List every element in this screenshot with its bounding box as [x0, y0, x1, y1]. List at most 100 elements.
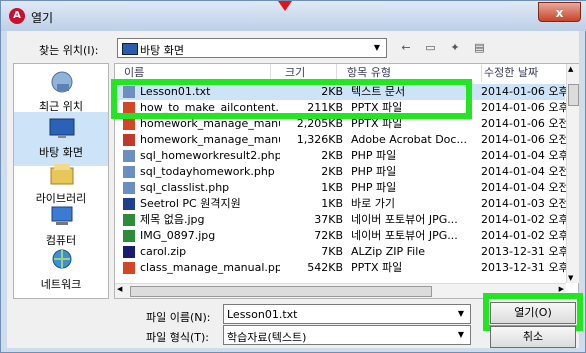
open-dialog: A 열기 x 찾는 위치(I): 바탕 화면 ▼ ← ▭ ✦ ▤ 최근 위치 바…: [0, 0, 586, 353]
file-modified: 2014-01-02 오후: [481, 229, 567, 242]
title-bar[interactable]: A 열기 x: [1, 1, 586, 31]
file-type: PPTX 파일: [351, 261, 403, 274]
file-size: 1KB: [321, 181, 343, 194]
pdf-file-icon: [123, 134, 135, 146]
file-modified: 2014-01-06 오전: [481, 117, 567, 130]
file-type: PHP 파일: [351, 149, 397, 162]
file-name: carol.zip: [140, 245, 187, 258]
look-in-combobox[interactable]: 바탕 화면 ▼: [117, 38, 387, 58]
window-title: 열기: [31, 11, 54, 25]
close-button[interactable]: x: [538, 2, 581, 22]
new-folder-icon[interactable]: ✦: [446, 41, 464, 55]
file-modified: 2014-01-06 오후: [481, 85, 567, 98]
file-type: 네이버 포토뷰어 JPG...: [351, 213, 458, 226]
highlight-annotation-file: [111, 79, 472, 119]
cancel-button[interactable]: 취소: [490, 326, 576, 348]
view-menu-icon[interactable]: ▤: [471, 41, 489, 55]
file-name: class_manage_manual.pptx: [140, 261, 280, 274]
file-name: 제목 없음.jpg: [140, 213, 205, 226]
file-modified: 2014-01-04 오후: [481, 149, 567, 162]
file-type-label: 파일 형식(T):: [146, 331, 209, 344]
file-name: Seetrol PC 원격지원: [140, 197, 241, 210]
file-row[interactable]: homework_manage_manu... 1,326KB Adobe Acro…: [115, 132, 567, 148]
vertical-scroll-thumb[interactable]: [568, 84, 579, 106]
file-size: 1KB: [321, 197, 343, 210]
file-size: 1,326KB: [296, 133, 343, 146]
shortcut-file-icon: [123, 198, 135, 210]
vertical-scrollbar[interactable]: ▲ ▼: [566, 64, 579, 283]
place-label: 네트워크: [40, 278, 82, 291]
app-icon: A: [9, 8, 25, 24]
desktop-icon: [49, 118, 75, 138]
scroll-down-icon[interactable]: ▼: [568, 274, 573, 282]
network-icon: [52, 249, 72, 269]
column-header-modified[interactable]: 수정한 날짜: [481, 64, 571, 82]
horizontal-scroll-thumb[interactable]: [130, 286, 432, 297]
php-file-icon: [123, 166, 135, 178]
file-modified: 2013-12-31 오후: [481, 261, 567, 274]
back-arrow-icon[interactable]: ←: [397, 41, 415, 55]
file-modified: 2014-01-04 오전: [481, 165, 567, 178]
file-type: ALZip ZIP File: [351, 245, 426, 258]
file-row[interactable]: sql_todayhomework.php 2KB PHP 파일 2014-01-04…: [115, 164, 567, 180]
file-type: Adobe Acrobat Doc...: [351, 133, 467, 146]
jpg-file-icon: [123, 230, 135, 242]
library-icon: [50, 164, 74, 185]
file-row[interactable]: sql_classlist.php 1KB PHP 파일 2014-01-04 오전: [115, 180, 567, 196]
file-row[interactable]: sql_homeworkresult2.php 2KB PHP 파일 2014-01-…: [115, 148, 567, 164]
file-name: IMG_0897.jpg: [140, 229, 216, 242]
file-name: sql_classlist.php: [140, 181, 230, 194]
chevron-down-icon[interactable]: ▼: [454, 307, 468, 321]
jpg-file-icon: [123, 214, 135, 226]
chevron-down-icon[interactable]: ▼: [454, 328, 468, 342]
file-type: 바로 가기: [351, 197, 395, 210]
file-type-select[interactable]: 학습자료(텍스트) ▼: [223, 325, 471, 345]
computer-icon: [51, 206, 73, 225]
zip-file-icon: [123, 246, 135, 258]
scroll-right-icon[interactable]: ▶: [559, 285, 564, 293]
file-modified: 2014-01-02 오후: [481, 213, 567, 226]
file-modified: 2013-12-31 오후: [481, 245, 567, 258]
file-size: 72KB: [314, 229, 343, 242]
chevron-down-icon[interactable]: ▼: [370, 41, 384, 55]
file-row[interactable]: class_manage_manual.pptx 542KB PPTX 파일 2013…: [115, 260, 567, 276]
toolbar: ← ▭ ✦ ▤: [397, 41, 492, 57]
file-size: 2KB: [321, 149, 343, 162]
look-in-value: 바탕 화면: [140, 44, 184, 57]
file-row[interactable]: Seetrol PC 원격지원 1KB 바로 가기 2014-01-03 오전: [115, 196, 567, 212]
file-size: 7KB: [321, 245, 343, 258]
file-type: 네이버 포토뷰어 JPG...: [351, 229, 458, 242]
up-folder-icon[interactable]: ▭: [422, 41, 440, 55]
recent-places-icon: [51, 71, 73, 93]
file-modified: 2014-01-06 오후: [481, 101, 567, 114]
scroll-left-icon[interactable]: ◀: [117, 285, 122, 293]
file-row[interactable]: IMG_0897.jpg 72KB 네이버 포토뷰어 JPG... 2014-01-0…: [115, 228, 567, 244]
file-name-value: Lesson01.txt: [227, 308, 298, 321]
file-size: 37KB: [314, 213, 343, 226]
pptx-file-icon: [123, 118, 135, 130]
file-modified: 2014-01-06 오전: [481, 133, 567, 146]
marker-arrow-icon: [278, 1, 292, 11]
file-type: PHP 파일: [351, 165, 397, 178]
file-name-label: 파일 이름(N):: [146, 311, 211, 324]
file-type: PHP 파일: [351, 181, 397, 194]
file-size: 2KB: [321, 165, 343, 178]
file-name: homework_manage_manu...: [140, 133, 280, 146]
scroll-up-icon[interactable]: ▲: [568, 65, 573, 73]
file-name-input[interactable]: Lesson01.txt ▼: [223, 304, 471, 324]
pptx-file-icon: [123, 262, 135, 274]
file-row[interactable]: 제목 없음.jpg 37KB 네이버 포토뷰어 JPG... 2014-01-02 오…: [115, 212, 567, 228]
file-row[interactable]: carol.zip 7KB ALZip ZIP File 2013-12-31 오후: [115, 244, 567, 260]
file-size: 542KB: [307, 261, 343, 274]
place-network[interactable]: 네트워크: [14, 244, 108, 298]
look-in-label: 찾는 위치(I):: [39, 44, 99, 57]
php-file-icon: [123, 182, 135, 194]
desktop-icon: [122, 43, 138, 55]
places-bar: 최근 위치 바탕 화면 라이브러리 컴퓨터 네트워크: [13, 63, 109, 299]
php-file-icon: [123, 150, 135, 162]
file-type-value: 학습자료(텍스트): [227, 331, 307, 344]
file-modified: 2014-01-03 오전: [481, 197, 567, 210]
file-modified: 2014-01-04 오전: [481, 181, 567, 194]
file-name: sql_todayhomework.php: [140, 165, 275, 178]
file-name: sql_homeworkresult2.php: [140, 149, 280, 162]
